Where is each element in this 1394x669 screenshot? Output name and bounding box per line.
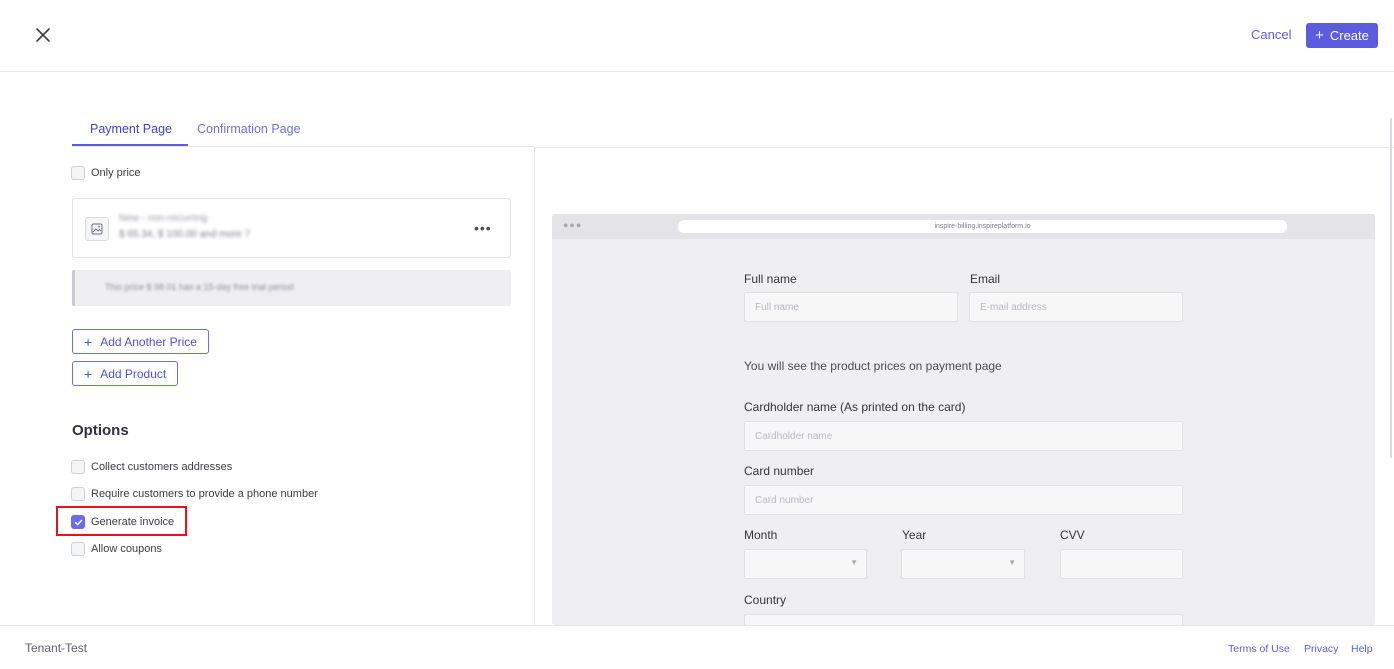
scrollbar[interactable] <box>1390 118 1392 458</box>
cvv-label: CVV <box>1060 528 1085 542</box>
plus-icon: + <box>84 365 93 382</box>
options-title: Options <box>72 422 129 439</box>
price-details: $ 65.34, $ 100.00 and more 7 <box>119 229 251 240</box>
plus-icon: + <box>1315 27 1324 44</box>
collect-addresses-checkbox[interactable] <box>71 460 85 474</box>
year-label: Year <box>902 528 927 542</box>
cardholder-input[interactable]: Cardholder name <box>744 421 1183 451</box>
require-phone-label: Require customers to provide a phone num… <box>91 488 318 500</box>
help-link[interactable]: Help <box>1351 643 1373 655</box>
url-bar: inspire-billing.inspireplatform.io <box>678 220 1287 233</box>
trial-note: This price $ 98.01 has a 15-day free tri… <box>72 270 511 306</box>
chevron-down-icon: ▼ <box>1008 558 1016 567</box>
cancel-button[interactable]: Cancel <box>1251 27 1291 42</box>
price-name: New - non-recurring <box>119 213 208 224</box>
month-select[interactable]: ▼ <box>744 549 867 579</box>
tenant-name: Tenant-Test <box>25 641 88 655</box>
window-dots-icon: ●●● <box>563 220 583 230</box>
preview-top-divider <box>534 147 1394 148</box>
year-select[interactable]: ▼ <box>901 549 1025 579</box>
collect-addresses-label: Collect customers addresses <box>91 461 233 473</box>
terms-of-use-link[interactable]: Terms of Use <box>1228 643 1290 655</box>
card-number-label: Card number <box>744 464 815 478</box>
allow-coupons-label: Allow coupons <box>91 543 162 555</box>
add-another-price-button[interactable]: + Add Another Price <box>72 329 209 354</box>
trial-note-text: This price $ 98.01 has a 15-day free tri… <box>105 282 294 292</box>
product-prices-info: You will see the product prices on payme… <box>744 359 1002 373</box>
tab-confirmation-page[interactable]: Confirmation Page <box>197 122 301 136</box>
card-number-input[interactable]: Card number <box>744 485 1183 515</box>
panel-divider <box>534 147 535 625</box>
chevron-down-icon: ▼ <box>850 558 858 567</box>
only-price-checkbox[interactable] <box>71 166 85 180</box>
page-tabs: Payment Page Confirmation Page <box>72 114 534 147</box>
close-icon[interactable] <box>30 22 56 48</box>
add-another-price-label: Add Another Price <box>100 334 197 349</box>
highlight-box <box>56 506 187 536</box>
more-options-icon[interactable]: ••• <box>474 220 492 236</box>
add-product-button[interactable]: + Add Product <box>72 361 179 386</box>
image-icon <box>85 217 109 241</box>
top-bar: Cancel + Create <box>0 0 1394 72</box>
privacy-link[interactable]: Privacy <box>1304 643 1338 655</box>
tab-payment-page[interactable]: Payment Page <box>90 122 172 136</box>
country-label: Country <box>744 593 787 607</box>
payment-page-preview: ●●● inspire-billing.inspireplatform.io F… <box>552 214 1375 625</box>
require-phone-checkbox[interactable] <box>71 487 85 501</box>
create-button[interactable]: + Create <box>1306 23 1378 48</box>
footer: Tenant-Test Terms of Use Privacy Help <box>0 625 1394 669</box>
price-card[interactable]: New - non-recurring $ 65.34, $ 100.00 an… <box>72 198 511 258</box>
cvv-input[interactable] <box>1060 549 1183 579</box>
country-select[interactable] <box>744 614 1183 625</box>
email-label: Email <box>970 272 1001 286</box>
full-name-label: Full name <box>744 272 797 286</box>
full-name-input[interactable]: Full name <box>744 292 958 322</box>
cardholder-label: Cardholder name (As printed on the card) <box>744 400 966 414</box>
add-product-label: Add Product <box>100 366 167 381</box>
browser-bar: ●●● inspire-billing.inspireplatform.io <box>552 214 1375 239</box>
month-label: Month <box>744 528 778 542</box>
active-tab-indicator <box>72 144 188 146</box>
create-button-label: Create <box>1329 28 1369 43</box>
plus-icon: + <box>84 333 93 350</box>
only-price-label: Only price <box>91 167 141 179</box>
allow-coupons-checkbox[interactable] <box>71 542 85 556</box>
email-input[interactable]: E-mail address <box>969 292 1183 322</box>
